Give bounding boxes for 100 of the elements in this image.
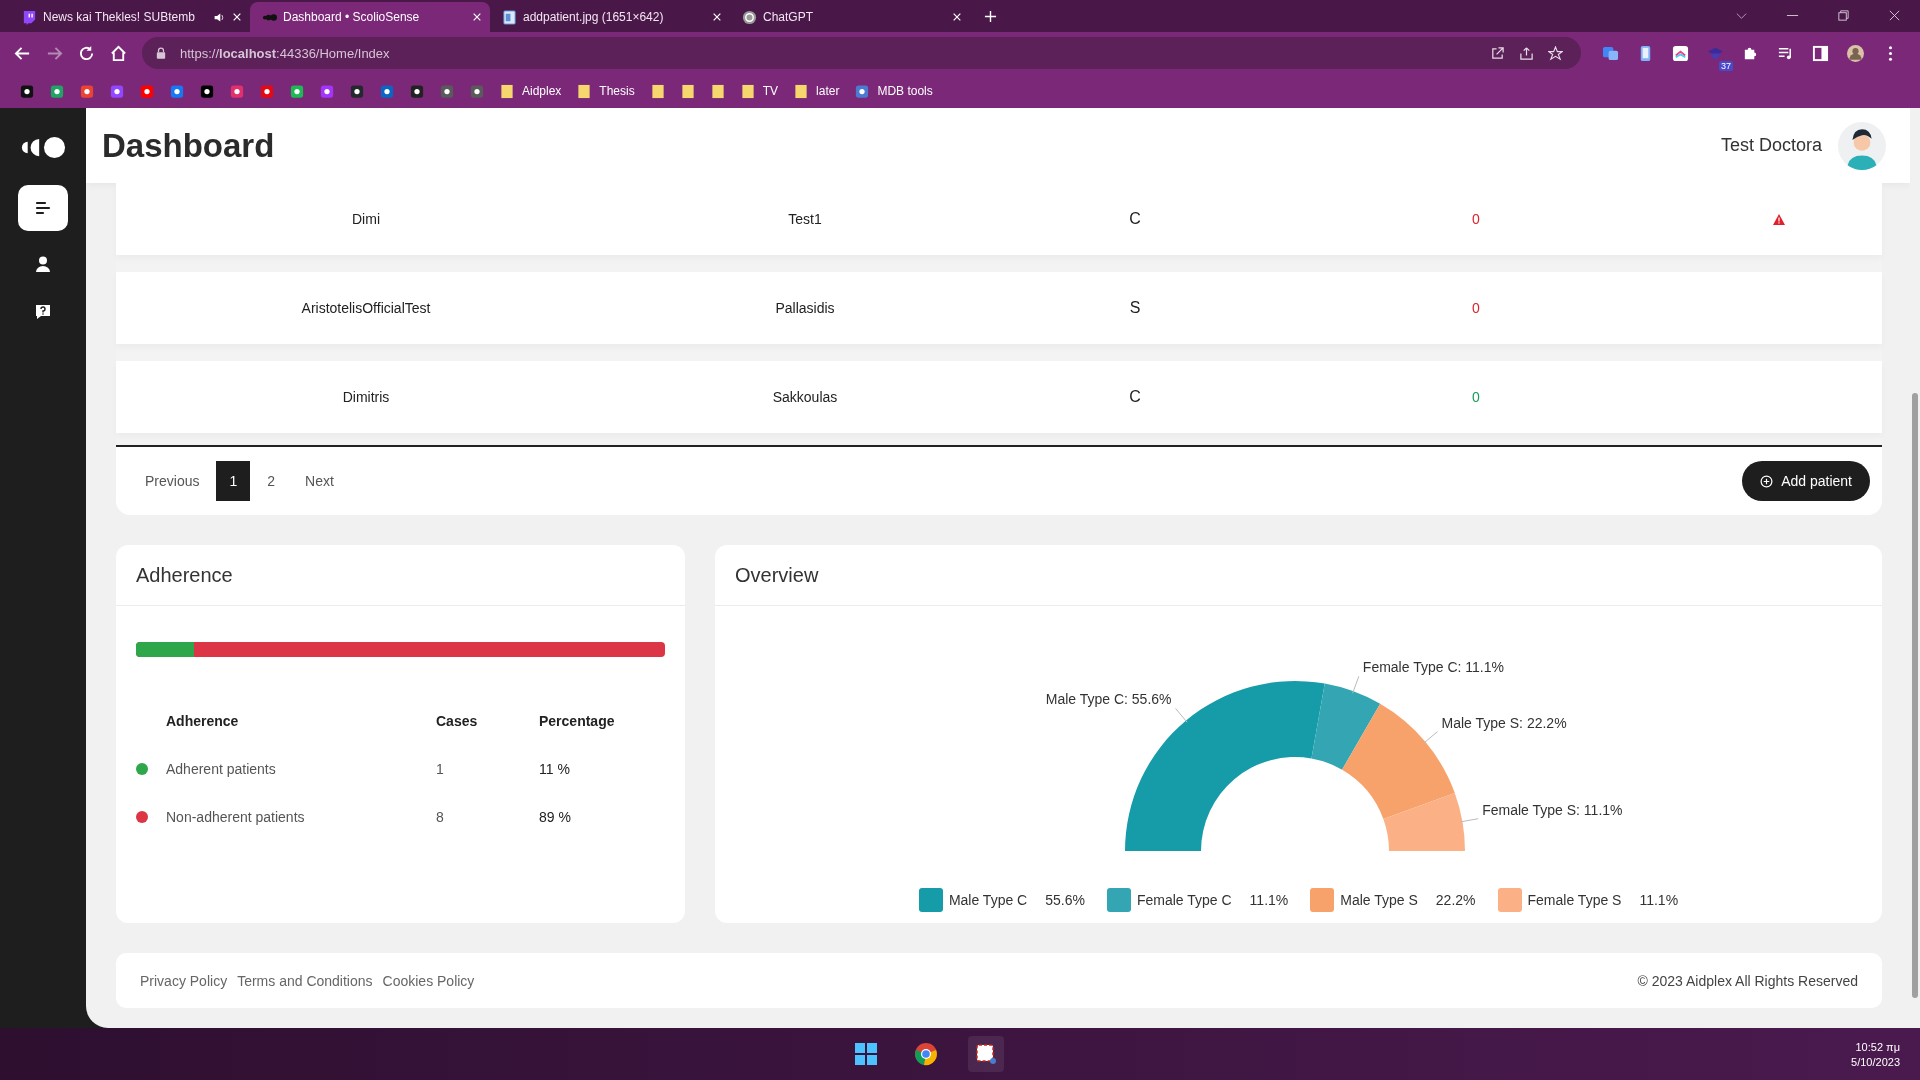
- restore-icon[interactable]: [1837, 9, 1850, 22]
- folder-icon: [740, 83, 755, 99]
- clock-time: 10:52 πμ: [1855, 1040, 1900, 1053]
- legend-value: 11.1%: [1249, 892, 1289, 908]
- image-file-icon: [502, 9, 517, 25]
- tab-title: ChatGPT: [763, 10, 814, 24]
- table-cell: C: [1129, 210, 1141, 228]
- table-cell: Test1: [788, 211, 822, 227]
- notification-badge: 37: [1719, 60, 1733, 71]
- table-cell-text: 1: [436, 761, 445, 777]
- pagination-link[interactable]: Previous: [132, 461, 213, 501]
- table-cell: 0: [1472, 300, 1480, 316]
- column-header: Adherence: [166, 713, 240, 729]
- bookmark[interactable]: MDB tools: [855, 83, 933, 99]
- plus-icon[interactable]: [984, 10, 997, 23]
- table-cell: Dimi: [352, 211, 380, 227]
- translate-icon[interactable]: [1602, 44, 1619, 62]
- bookmark-icon[interactable]: [410, 83, 424, 99]
- browser-tab[interactable]: News kai Thekles! SUBtemb: [10, 2, 250, 32]
- slice-label: Male Type C: 55.6%: [1045, 691, 1172, 708]
- bookmark-icon[interactable]: [200, 83, 214, 99]
- table-row[interactable]: AristotelisOfficialTest Pallasidis S 0: [116, 272, 1882, 344]
- close-icon[interactable]: [1888, 9, 1901, 22]
- bookmark[interactable]: TV: [740, 83, 779, 99]
- slice-label: Female Type S: 11.1%: [1482, 801, 1623, 818]
- table-row[interactable]: Dimitris Sakkoulas C 0: [116, 361, 1882, 433]
- browser-tab[interactable]: ChatGPT: [730, 2, 970, 32]
- slice-label: Male Type S: 22.2%: [1441, 714, 1567, 731]
- bookmark-icon[interactable]: [440, 83, 454, 99]
- table-cell-text: Adherent patients: [166, 761, 277, 777]
- bookmark-icon[interactable]: [380, 83, 394, 99]
- user-icon: [34, 255, 52, 273]
- bookmark-icon[interactable]: [80, 83, 94, 99]
- star-icon[interactable]: [1548, 45, 1563, 61]
- lock-icon: [156, 47, 166, 59]
- bookmark-icon[interactable]: [290, 83, 304, 99]
- user-avatar[interactable]: [1838, 121, 1886, 170]
- help-chat-icon: [34, 303, 52, 321]
- legend-label: Female Type S: [1527, 892, 1622, 908]
- pagination-link[interactable]: 2: [254, 461, 289, 501]
- leader-line: [1352, 675, 1360, 694]
- bookmark-icon[interactable]: [470, 83, 484, 99]
- copyright-text: © 2023 Aidplex All Rights Reserved: [1637, 972, 1858, 989]
- table-row[interactable]: Dimi Test1 C 0: [116, 183, 1882, 255]
- legend-label: Male Type S: [1340, 892, 1418, 908]
- footer-link[interactable]: Cookies Policy: [382, 972, 475, 989]
- profile-avatar-icon[interactable]: [1847, 44, 1864, 62]
- bookmark-icon[interactable]: [110, 83, 124, 99]
- table-cell: AristotelisOfficialTest: [301, 300, 431, 316]
- sidebar-item[interactable]: [18, 185, 68, 231]
- legend-value: 11.1%: [1639, 892, 1679, 908]
- column-header: Percentage: [539, 713, 616, 729]
- share-icon[interactable]: [1519, 45, 1534, 61]
- table-cell-text: Non-adherent patients: [166, 809, 306, 825]
- home-icon[interactable]: [110, 44, 127, 62]
- user-name: Test Doctora: [1720, 135, 1822, 156]
- pagination-link[interactable]: Next: [292, 461, 347, 501]
- table-cell: Dimitris: [342, 389, 390, 405]
- leader-line: [1423, 731, 1439, 744]
- legend-value: 22.2%: [1435, 892, 1476, 908]
- folder-icon[interactable]: [680, 83, 695, 99]
- folder-icon[interactable]: [650, 83, 665, 99]
- page-title: Dashboard: [102, 126, 275, 165]
- bookmark[interactable]: Aidplex: [500, 83, 562, 99]
- table-cell: 0: [1472, 211, 1480, 227]
- address-bar[interactable]: https://localhost:44336/Home/Index: [142, 37, 1581, 69]
- card-title: Adherence: [116, 545, 685, 606]
- bookmark-icon[interactable]: [350, 83, 364, 99]
- table-cell: S: [1129, 299, 1141, 317]
- table-cell-text: 11 %: [539, 761, 571, 777]
- browser-tab[interactable]: addpatient.jpg (1651×642): [490, 2, 730, 32]
- browser-tab[interactable]: Dashboard • ScolioSense: [250, 2, 490, 32]
- leader-line: [1459, 818, 1479, 823]
- logo-icon: [20, 136, 66, 159]
- bookmark[interactable]: later: [794, 83, 840, 99]
- tab-title: addpatient.jpg (1651×642): [523, 10, 665, 24]
- table-cell-text: 8: [436, 809, 445, 825]
- bookmark-icon[interactable]: [170, 83, 184, 99]
- table-cell: Pallasidis: [775, 300, 835, 316]
- snipping-tool-icon[interactable]: [967, 1036, 1004, 1072]
- bookmark-icon[interactable]: [260, 83, 274, 99]
- table-cell: Sakkoulas: [772, 389, 838, 405]
- footer-link[interactable]: Terms and Conditions: [237, 972, 373, 989]
- tab-title: News kai Thekles! SUBtemb: [43, 10, 196, 24]
- reload-icon[interactable]: [78, 44, 95, 62]
- pagination-link[interactable]: 1: [216, 461, 251, 501]
- external-link-icon[interactable]: [1490, 45, 1505, 61]
- side-panel-icon[interactable]: [1812, 44, 1829, 62]
- bookmark-icon[interactable]: [20, 83, 34, 99]
- bookmark-icon[interactable]: [230, 83, 244, 99]
- bookmark-icon[interactable]: [50, 83, 64, 99]
- add-patient-button[interactable]: Add patient: [1742, 461, 1870, 501]
- lines-icon: [34, 199, 52, 217]
- footer-link[interactable]: Privacy Policy: [140, 972, 228, 989]
- bookmark-icon[interactable]: [320, 83, 334, 99]
- plus-circle-icon: [1760, 474, 1774, 488]
- folder-icon[interactable]: [710, 83, 725, 99]
- bookmark[interactable]: Thesis: [577, 83, 635, 99]
- bookmark-icon[interactable]: [140, 83, 154, 99]
- chat-bubble-icon: [22, 9, 37, 25]
